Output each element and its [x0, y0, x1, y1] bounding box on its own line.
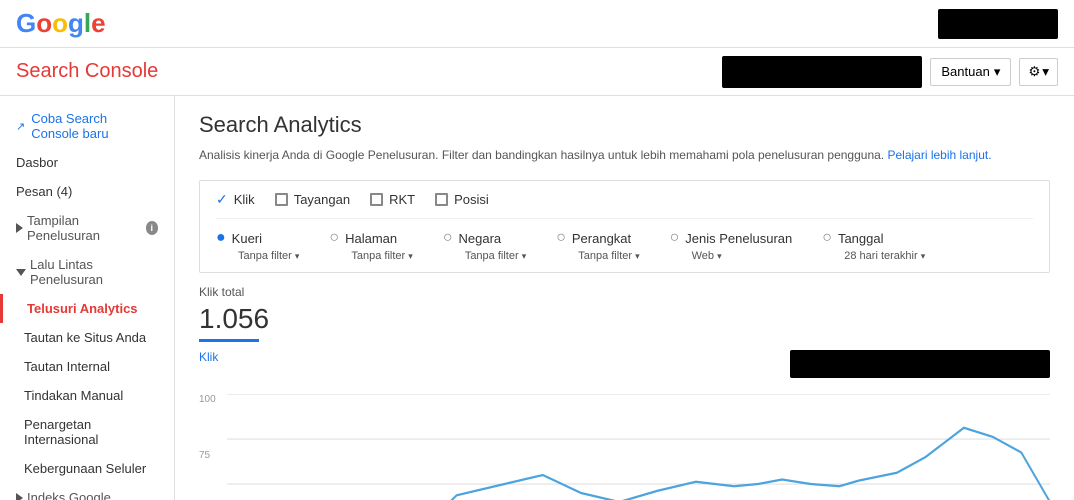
user-account-box[interactable]	[938, 9, 1058, 39]
sidebar-item-lalu-lintas[interactable]: Lalu Lintas Penelusuran	[0, 250, 174, 294]
sidebar-item-tautan-ke-situs[interactable]: Tautan ke Situs Anda	[0, 323, 174, 352]
klik-underline	[199, 339, 259, 342]
checkbox-rkt	[370, 193, 383, 206]
sidebar-item-dasbor[interactable]: Dasbor	[0, 148, 174, 177]
gear-settings-button[interactable]: ⚙ ▾	[1019, 58, 1058, 86]
info-icon: i	[146, 221, 158, 235]
negara-filter-dropdown[interactable]: Tanpa filter ▾	[443, 250, 526, 262]
jenis-filter-dropdown[interactable]: Web ▾	[670, 250, 793, 262]
dropdown-arrow-2: ▾	[408, 251, 413, 261]
sidebar-item-indeks-google[interactable]: Indeks Google	[0, 483, 174, 500]
filter-klik[interactable]: ✓ Klik	[216, 191, 255, 208]
dropdown-arrow-4: ▾	[635, 251, 640, 261]
group-kueri-label[interactable]: ● Kueri	[216, 229, 299, 247]
sub-header: Search Console Bantuan ▾ ⚙ ▾	[0, 48, 1074, 96]
filter-section: ✓ Klik Tayangan RKT Posisi	[199, 180, 1050, 273]
group-kueri: ● Kueri Tanpa filter ▾	[216, 229, 299, 262]
filter-tayangan[interactable]: Tayangan	[275, 192, 350, 207]
dropdown-arrow-3: ▾	[522, 251, 527, 261]
sidebar-item-tampilan[interactable]: Tampilan Penelusuran i	[0, 206, 174, 250]
bantuan-button[interactable]: Bantuan ▾	[930, 58, 1011, 86]
kueri-filter-dropdown[interactable]: Tanpa filter ▾	[216, 250, 299, 262]
sidebar: ↗ Coba Search Console baru Dasbor Pesan …	[0, 96, 175, 500]
sidebar-item-coba[interactable]: ↗ Coba Search Console baru	[0, 104, 174, 148]
sidebar-item-penargetan[interactable]: Penargetan Internasional	[0, 410, 174, 454]
perangkat-filter-dropdown[interactable]: Tanpa filter ▾	[556, 250, 639, 262]
filter-posisi[interactable]: Posisi	[435, 192, 489, 207]
stats-section: Klik total 1.056	[199, 285, 1050, 342]
app-title: Search Console	[16, 60, 158, 83]
radio-empty-icon-2: ○	[443, 229, 453, 247]
main-header: Google	[0, 0, 1074, 48]
radio-empty-icon-4: ○	[670, 229, 680, 247]
sidebar-item-tindakan-manual[interactable]: Tindakan Manual	[0, 381, 174, 410]
group-jenis-penelusuran: ○ Jenis Penelusuran Web ▾	[670, 229, 793, 262]
filter-checkbox-row: ✓ Klik Tayangan RKT Posisi	[216, 191, 1033, 219]
main-content: Search Analytics Analisis kinerja Anda d…	[175, 96, 1074, 500]
collapse-icon	[16, 223, 23, 233]
radio-empty-icon-3: ○	[556, 229, 566, 247]
search-property-selector[interactable]	[722, 56, 922, 88]
sub-header-right: Bantuan ▾ ⚙ ▾	[722, 56, 1058, 88]
group-tanggal: ○ Tanggal 28 hari terakhir ▾	[822, 229, 925, 262]
group-negara: ○ Negara Tanpa filter ▾	[443, 229, 526, 262]
radio-selected-icon: ●	[216, 229, 226, 247]
klik-total-label: Klik total	[199, 285, 1050, 299]
page-description: Analisis kinerja Anda di Google Penelusu…	[199, 146, 1050, 164]
group-perangkat: ○ Perangkat Tanpa filter ▾	[556, 229, 639, 262]
chart-overlay-box	[790, 350, 1050, 378]
google-logo: Google	[16, 8, 106, 39]
dropdown-arrow-5: ▾	[717, 251, 722, 261]
page-title: Search Analytics	[199, 112, 1050, 138]
line-chart	[227, 394, 1050, 500]
sidebar-item-pesan[interactable]: Pesan (4)	[0, 177, 174, 206]
header-right	[938, 9, 1058, 39]
checkmark-icon: ✓	[216, 191, 228, 208]
dasbor-label: Dasbor	[16, 155, 58, 170]
group-perangkat-label[interactable]: ○ Perangkat	[556, 229, 639, 247]
app-layout: ↗ Coba Search Console baru Dasbor Pesan …	[0, 96, 1074, 500]
gear-arrow: ▾	[1042, 64, 1049, 80]
dropdown-arrow: ▾	[295, 251, 300, 261]
y-axis-labels: 100 75 50 25	[199, 394, 216, 500]
halaman-filter-dropdown[interactable]: Tanpa filter ▾	[329, 250, 412, 262]
external-link-icon: ↗	[16, 120, 25, 133]
tanggal-filter-dropdown[interactable]: 28 hari terakhir ▾	[822, 250, 925, 262]
radio-empty-icon-5: ○	[822, 229, 832, 247]
sidebar-item-kebergunaan[interactable]: Kebergunaan Seluler	[0, 454, 174, 483]
filter-rkt[interactable]: RKT	[370, 192, 415, 207]
group-jenis-label[interactable]: ○ Jenis Penelusuran	[670, 229, 793, 247]
sidebar-item-telusuri-analytics[interactable]: Telusuri Analytics	[0, 294, 174, 323]
group-halaman-label[interactable]: ○ Halaman	[329, 229, 412, 247]
expand-icon	[16, 269, 26, 276]
sidebar-item-tautan-internal[interactable]: Tautan Internal	[0, 352, 174, 381]
checkbox-tayangan	[275, 193, 288, 206]
bantuan-arrow: ▾	[994, 64, 1001, 80]
gear-icon: ⚙	[1028, 64, 1040, 80]
klik-total-value: 1.056	[199, 303, 1050, 335]
chart-area: Klik 100 75 50 25	[199, 350, 1050, 500]
group-row: ● Kueri Tanpa filter ▾ ○ Halaman Tanpa f…	[216, 229, 1033, 262]
pelajari-link[interactable]: Pelajari lebih lanjut.	[887, 148, 991, 162]
group-negara-label[interactable]: ○ Negara	[443, 229, 526, 247]
pesan-label: Pesan (4)	[16, 184, 72, 199]
bantuan-label: Bantuan	[941, 64, 989, 79]
checkbox-posisi	[435, 193, 448, 206]
group-halaman: ○ Halaman Tanpa filter ▾	[329, 229, 412, 262]
chart-container: 100 75 50 25	[199, 394, 1050, 500]
collapse-icon-2	[16, 493, 23, 500]
radio-empty-icon: ○	[329, 229, 339, 247]
chart-inner	[227, 394, 1050, 500]
dropdown-arrow-6: ▾	[921, 251, 926, 261]
group-tanggal-label[interactable]: ○ Tanggal	[822, 229, 925, 247]
